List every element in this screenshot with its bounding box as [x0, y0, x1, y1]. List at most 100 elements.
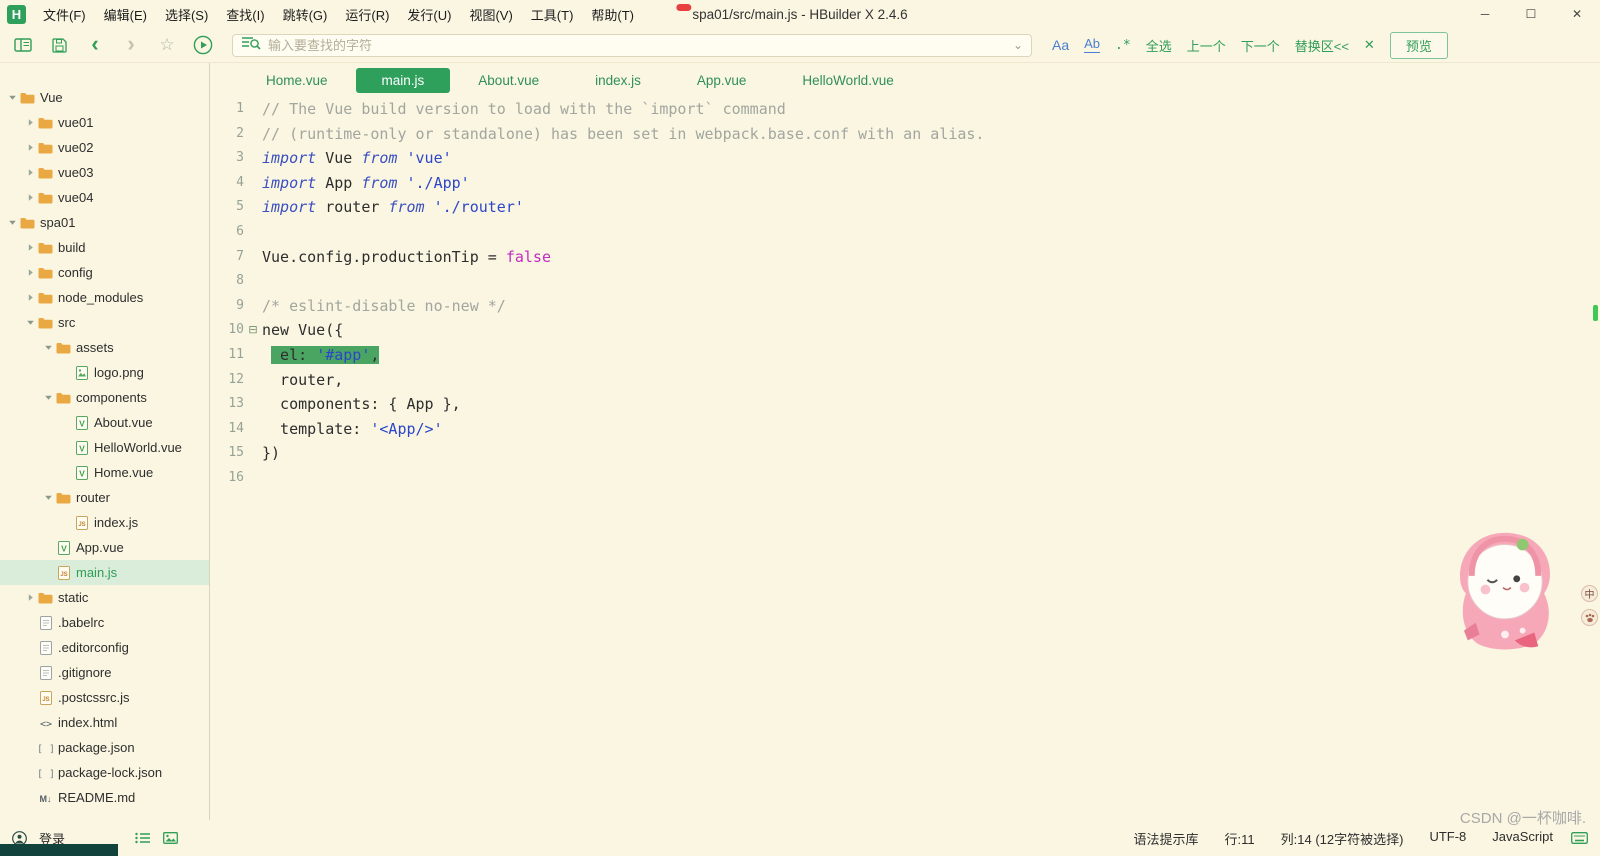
back-icon[interactable]: ‹ [84, 32, 106, 55]
next-match-button[interactable]: 下一个 [1241, 36, 1280, 55]
tree-file[interactable]: V App.vue [0, 535, 209, 560]
tree-folder[interactable]: static [0, 585, 209, 610]
forward-icon[interactable]: › [120, 32, 142, 55]
tree-file[interactable]: <> index.html [0, 710, 209, 735]
chevron-down-icon[interactable] [42, 343, 55, 352]
chevron-right-icon[interactable] [24, 243, 37, 252]
tree-file[interactable]: logo.png [0, 360, 209, 385]
tree-item-label: build [58, 240, 86, 255]
keyboard-icon[interactable] [1571, 832, 1588, 844]
chevron-down-icon[interactable] [6, 218, 19, 227]
search-dropdown-icon[interactable]: ⌄ [1013, 38, 1023, 52]
search-box[interactable]: ⌄ [232, 33, 1032, 57]
match-case-button[interactable]: Aa [1052, 37, 1069, 53]
tree-folder[interactable]: router [0, 485, 209, 510]
tree-file[interactable]: JS .postcssrc.js [0, 685, 209, 710]
editor-tab[interactable]: HelloWorld.vue [774, 69, 921, 92]
replace-area-button[interactable]: 替换区<< [1295, 36, 1349, 55]
regex-button[interactable]: .* [1115, 38, 1131, 53]
minimize-button[interactable]: ─ [1462, 0, 1508, 28]
image-preview-icon[interactable] [163, 832, 178, 844]
maximize-button[interactable]: ☐ [1508, 0, 1554, 28]
outline-list-icon[interactable] [135, 832, 151, 844]
menu-item[interactable]: 查找(I) [217, 5, 273, 24]
star-icon[interactable]: ☆ [156, 35, 178, 55]
tree-file[interactable]: .editorconfig [0, 635, 209, 660]
chevron-right-icon[interactable] [24, 168, 37, 177]
tree-folder[interactable]: build [0, 235, 209, 260]
menu-item[interactable]: 帮助(T) [582, 5, 643, 24]
chevron-down-icon[interactable] [42, 493, 55, 502]
tree-folder[interactable]: vue03 [0, 160, 209, 185]
menu-item[interactable]: 文件(F) [34, 5, 95, 24]
menu-item[interactable]: 跳转(G) [274, 5, 337, 24]
menu-item[interactable]: 工具(T) [522, 5, 583, 24]
save-icon[interactable] [48, 37, 70, 53]
tree-file[interactable]: V HelloWorld.vue [0, 435, 209, 460]
editor-tab[interactable]: App.vue [669, 69, 775, 92]
tree-file[interactable]: .babelrc [0, 610, 209, 635]
whole-word-button[interactable]: Ab [1084, 37, 1101, 53]
tree-file[interactable]: JS index.js [0, 510, 209, 535]
editor-tab[interactable]: About.vue [450, 69, 567, 92]
chevron-right-icon[interactable] [24, 143, 37, 152]
editor-tab[interactable]: Home.vue [238, 69, 356, 92]
search-input[interactable] [268, 37, 1006, 53]
code-line: 15}) [210, 441, 1600, 466]
tree-item-label: node_modules [58, 290, 144, 305]
tree-folder[interactable]: vue02 [0, 135, 209, 160]
previous-match-button[interactable]: 上一个 [1187, 36, 1226, 55]
tree-file[interactable]: JS main.js [0, 560, 209, 585]
close-find-icon[interactable]: ✕ [1364, 37, 1375, 53]
ime-button[interactable]: 中 [1581, 585, 1598, 602]
tree-item-label: About.vue [94, 415, 153, 430]
chevron-right-icon[interactable] [24, 268, 37, 277]
chevron-down-icon[interactable] [42, 393, 55, 402]
select-all-button[interactable]: 全选 [1146, 36, 1172, 55]
paw-button[interactable] [1581, 609, 1598, 626]
chevron-down-icon[interactable] [6, 93, 19, 102]
chevron-right-icon[interactable] [24, 293, 37, 302]
preview-button[interactable]: 预览 [1389, 31, 1448, 59]
tree-file[interactable]: M↓ README.md [0, 785, 209, 810]
tree-item-label: package.json [58, 740, 135, 755]
run-icon[interactable] [192, 35, 214, 55]
explorer-toggle-icon[interactable] [12, 37, 34, 53]
chevron-right-icon[interactable] [24, 193, 37, 202]
code-editor[interactable]: 1 // The Vue build version to load with t… [210, 97, 1600, 820]
tree-file[interactable]: V About.vue [0, 410, 209, 435]
menu-item[interactable]: 编辑(E) [95, 5, 156, 24]
tree-folder[interactable]: config [0, 260, 209, 285]
tree-file[interactable]: .gitignore [0, 660, 209, 685]
fold-marker-icon[interactable]: ⊟ [244, 318, 262, 343]
menu-item[interactable]: 选择(S) [156, 5, 217, 24]
status-item: 行:11 [1224, 831, 1255, 847]
tree-folder[interactable]: vue01 [0, 110, 209, 135]
menu-item[interactable]: 发行(U) [398, 5, 460, 24]
chevron-right-icon[interactable] [24, 118, 37, 127]
tree-file[interactable]: [ ] package.json [0, 735, 209, 760]
scrollbar-marker[interactable] [1593, 305, 1598, 321]
tree-folder[interactable]: spa01 [0, 210, 209, 235]
status-item: 语法提示库 [1133, 831, 1199, 847]
editor-tab[interactable]: main.js [355, 67, 451, 93]
tree-file[interactable]: V Home.vue [0, 460, 209, 485]
tree-folder[interactable]: Vue [0, 85, 209, 110]
tree-file[interactable]: [ ] package-lock.json [0, 760, 209, 785]
tree-folder[interactable]: components [0, 385, 209, 410]
folder-icon [37, 592, 54, 604]
tree-folder[interactable]: node_modules [0, 285, 209, 310]
tree-folder[interactable]: assets [0, 335, 209, 360]
chevron-down-icon[interactable] [24, 318, 37, 327]
menu-item[interactable]: 视图(V) [460, 5, 521, 24]
tree-folder[interactable]: vue04 [0, 185, 209, 210]
close-button[interactable]: ✕ [1554, 0, 1600, 28]
chevron-right-icon[interactable] [24, 593, 37, 602]
code-text: // The Vue build version to load with th… [262, 100, 786, 118]
menu-item[interactable]: 运行(R) [336, 5, 398, 24]
tree-folder[interactable]: src [0, 310, 209, 335]
editor-tab[interactable]: index.js [567, 69, 669, 92]
